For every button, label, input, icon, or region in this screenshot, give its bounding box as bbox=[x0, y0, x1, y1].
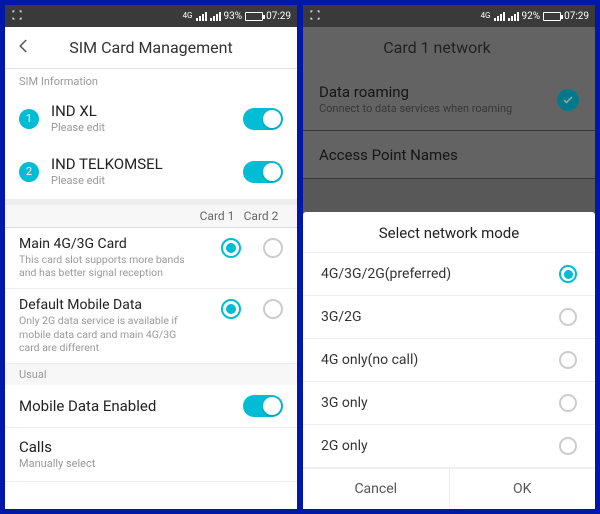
sim-sub: Please edit bbox=[51, 174, 243, 188]
option-radio[interactable] bbox=[559, 437, 577, 455]
network-type: 4G bbox=[481, 12, 491, 20]
row-sub: Manually select bbox=[19, 457, 283, 471]
expand-icon bbox=[309, 9, 321, 24]
status-bar: 4G 93% 07:29 bbox=[5, 5, 297, 27]
network-mode-option[interactable]: 4G/3G/2G(preferred) bbox=[303, 253, 595, 296]
main-4g-row: Main 4G/3G Card This card slot supports … bbox=[5, 228, 297, 289]
main4g-card2-radio[interactable] bbox=[263, 238, 283, 258]
page-title: SIM Card Management bbox=[39, 38, 263, 57]
col-card2: Card 2 bbox=[239, 209, 283, 223]
section-label-usual: Usual bbox=[5, 364, 297, 385]
section-label-sim-info: SIM Information bbox=[5, 69, 297, 92]
row-sub: This card slot supports more bands and h… bbox=[19, 253, 189, 280]
sim-name: IND TELKOMSEL bbox=[51, 155, 243, 173]
network-mode-option[interactable]: 3G only bbox=[303, 382, 595, 425]
network-mode-sheet: Select network mode 4G/3G/2G(preferred) 3… bbox=[303, 212, 595, 509]
network-type-1: 4G bbox=[183, 12, 193, 20]
battery-icon bbox=[543, 12, 561, 21]
option-label: 3G only bbox=[321, 395, 368, 411]
sim-badge: 1 bbox=[19, 109, 39, 129]
mobile-data-toggle[interactable] bbox=[243, 395, 283, 417]
row-title: Default Mobile Data bbox=[19, 297, 215, 313]
back-button[interactable] bbox=[15, 37, 39, 59]
cancel-button[interactable]: Cancel bbox=[303, 468, 450, 509]
network-mode-option[interactable]: 2G only bbox=[303, 425, 595, 468]
mobile-data-enabled-row[interactable]: Mobile Data Enabled bbox=[5, 385, 297, 428]
column-header: Card 1 Card 2 bbox=[5, 205, 297, 228]
option-label: 3G/2G bbox=[321, 309, 362, 325]
sim-badge: 2 bbox=[19, 162, 39, 182]
signal-bars-icon bbox=[508, 12, 519, 21]
option-label: 2G only bbox=[321, 438, 368, 454]
screen-card1-network: 4G 92% 07:29 Card 1 network Data roaming… bbox=[302, 4, 596, 510]
option-radio[interactable] bbox=[559, 265, 577, 283]
ok-button[interactable]: OK bbox=[450, 468, 596, 509]
default-data-row: Default Mobile Data Only 2G data service… bbox=[5, 289, 297, 364]
main4g-card1-radio[interactable] bbox=[221, 238, 241, 258]
row-sub: Only 2G data service is available if mob… bbox=[19, 314, 189, 355]
option-radio[interactable] bbox=[559, 394, 577, 412]
battery-percent: 93% bbox=[224, 11, 243, 22]
row-title: Main 4G/3G Card bbox=[19, 236, 215, 252]
col-card1: Card 1 bbox=[195, 209, 239, 223]
sim-name: IND XL bbox=[51, 102, 243, 120]
sim-row-2[interactable]: 2 IND TELKOMSEL Please edit bbox=[5, 145, 297, 198]
option-radio[interactable] bbox=[559, 308, 577, 326]
sim-sub: Please edit bbox=[51, 121, 243, 135]
row-title: Calls bbox=[19, 438, 283, 456]
network-mode-option[interactable]: 4G only(no call) bbox=[303, 339, 595, 382]
sim-row-1[interactable]: 1 IND XL Please edit bbox=[5, 92, 297, 145]
sim2-toggle[interactable] bbox=[243, 161, 283, 183]
defdata-card1-radio[interactable] bbox=[221, 299, 241, 319]
battery-icon bbox=[245, 12, 263, 21]
clock: 07:29 bbox=[266, 11, 291, 22]
screen-sim-management: 4G 93% 07:29 SIM Card Management SIM Inf… bbox=[4, 4, 298, 510]
network-mode-option[interactable]: 3G/2G bbox=[303, 296, 595, 339]
clock: 07:29 bbox=[564, 11, 589, 22]
app-bar: SIM Card Management bbox=[5, 27, 297, 69]
defdata-card2-radio[interactable] bbox=[263, 299, 283, 319]
status-bar: 4G 92% 07:29 bbox=[303, 5, 595, 27]
option-label: 4G/3G/2G(preferred) bbox=[321, 266, 451, 282]
option-radio[interactable] bbox=[559, 351, 577, 369]
sheet-title: Select network mode bbox=[303, 224, 595, 253]
signal-bars-icon bbox=[494, 12, 505, 21]
row-title: Mobile Data Enabled bbox=[19, 397, 243, 415]
signal-bars-icon bbox=[196, 12, 207, 21]
option-label: 4G only(no call) bbox=[321, 352, 418, 368]
expand-icon bbox=[11, 9, 23, 24]
sim1-toggle[interactable] bbox=[243, 108, 283, 130]
signal-bars-icon bbox=[210, 12, 221, 21]
calls-row[interactable]: Calls Manually select bbox=[5, 428, 297, 482]
battery-percent: 92% bbox=[522, 11, 541, 22]
